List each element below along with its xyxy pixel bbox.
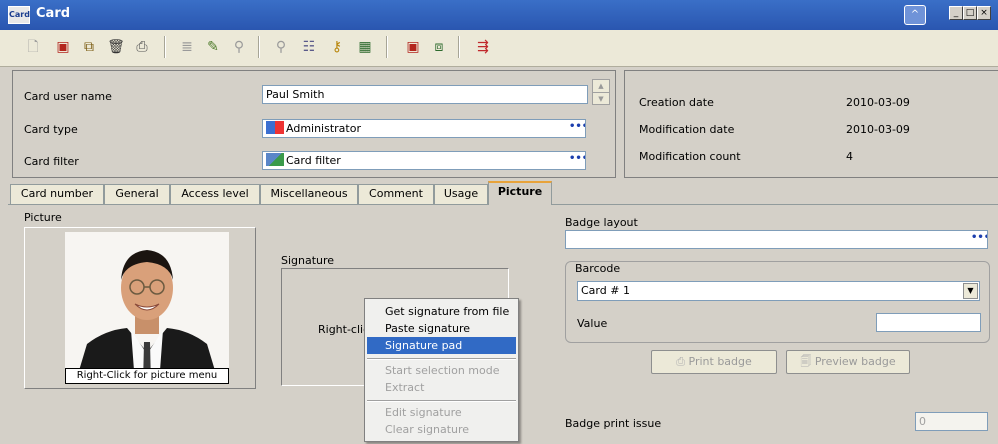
save-alt-icon[interactable]: ▣ [404,38,422,56]
list-icon[interactable]: ≣ [178,38,196,56]
delete-icon[interactable]: 🗑 [107,38,125,56]
menu-edit-signature[interactable]: Edit signature [385,404,462,421]
printer-icon: ⎙ [676,355,689,368]
save-as-icon[interactable]: ⧈ [430,38,448,56]
menu-paste-signature[interactable]: Paste signature [385,320,470,337]
tab-picture[interactable]: Picture [488,181,552,205]
menu-separator [367,400,516,402]
print-badge-button[interactable]: ⎙ Print badge [651,350,777,374]
tab-usage[interactable]: Usage [434,184,488,204]
creation-date-value: 2010-03-09 [846,96,910,109]
menu-signature-pad[interactable]: Signature pad [367,337,516,354]
print-icon[interactable]: ⎙ [133,38,151,56]
picture-label: Picture [24,211,62,224]
barcode-value-label: Value [577,317,608,330]
modification-count-value: 4 [846,150,853,163]
card-type-field[interactable]: Administrator ••• [262,119,586,138]
signature-context-menu: Get signature from file Paste signature … [364,298,519,442]
minimize-button[interactable]: _ [949,6,963,20]
barcode-selected-value: Card # 1 [581,284,630,297]
preview-badge-label: Preview badge [814,355,896,368]
window-title: Card [36,6,71,21]
new-icon[interactable]: 🗋 [24,38,42,56]
card-type-label: Card type [24,123,78,136]
picture-caption: Right-Click for picture menu [65,368,229,384]
badge-layout-browse-icon[interactable]: ••• [971,233,987,246]
tab-general[interactable]: General [104,184,170,204]
maximize-button[interactable]: □ [963,6,977,20]
badge-layout-field[interactable]: ••• [565,230,988,249]
copy-icon[interactable]: ⧉ [80,38,98,56]
card-type-icon [266,121,284,134]
modification-date-value: 2010-03-09 [846,123,910,136]
find-next-icon[interactable]: ⚲ [272,38,290,56]
barcode-select[interactable]: Card # 1 ▼ [577,281,980,301]
card-filter-label: Card filter [24,155,79,168]
card-filter-value: Card filter [286,154,341,167]
badge-layout-label: Badge layout [565,216,638,229]
portrait-image [65,232,229,384]
toolbar-separator [258,36,260,58]
menu-get-signature-from-file[interactable]: Get signature from file [385,303,509,320]
card-filter-icon [266,153,284,166]
spinner-down-icon[interactable]: ▼ [593,93,609,105]
modification-count-label: Modification count [639,150,741,163]
title-bar[interactable] [0,0,998,30]
modification-date-label: Modification date [639,123,735,136]
print-badge-label: Print badge [688,355,752,368]
barcode-value-input[interactable] [876,313,981,332]
preview-icon: 🗐 [800,355,815,368]
close-button[interactable]: × [977,6,991,20]
tab-card-number[interactable]: Card number [10,184,104,204]
badge-print-issue-label: Badge print issue [565,417,662,430]
find-icon[interactable]: ⚲ [230,38,248,56]
creation-date-label: Creation date [639,96,714,109]
signature-label: Signature [281,254,335,267]
card-user-photo[interactable]: Right-Click for picture menu [65,232,229,384]
tree-icon[interactable]: ☷ [300,38,318,56]
tab-access-level[interactable]: Access level [170,184,260,204]
edit-icon[interactable]: ✎ [204,38,222,56]
card-filter-browse-icon[interactable]: ••• [569,154,585,167]
app-card-icon: Card [8,6,30,24]
export-icon[interactable]: ⇶ [474,38,492,56]
barcode-group-label: Barcode [573,262,623,275]
name-spinner[interactable]: ▲ ▼ [592,79,610,105]
toolbar-separator [458,36,460,58]
card-user-name-input[interactable]: Paul Smith [262,85,588,104]
titlebar-extra-button[interactable]: ^ [904,5,926,25]
card-filter-field[interactable]: Card filter ••• [262,151,586,170]
toolbar-separator [386,36,388,58]
card-type-browse-icon[interactable]: ••• [569,122,585,135]
save-icon[interactable]: ▣ [54,38,72,56]
menu-extract[interactable]: Extract [385,379,424,396]
card-user-name-label: Card user name [24,90,112,103]
menu-clear-signature[interactable]: Clear signature [385,421,469,438]
card-type-value: Administrator [286,122,361,135]
chevron-down-icon[interactable]: ▼ [963,283,978,299]
menu-start-selection-mode[interactable]: Start selection mode [385,362,500,379]
signature-hint: Right-clic [318,323,370,336]
toolbar-separator [164,36,166,58]
tab-comment[interactable]: Comment [358,184,434,204]
grid-icon[interactable]: ▦ [356,38,374,56]
badge-print-issue-input[interactable]: 0 [915,412,988,431]
spinner-up-icon[interactable]: ▲ [593,80,609,93]
tab-miscellaneous[interactable]: Miscellaneous [260,184,358,204]
menu-separator [367,358,516,360]
key-icon[interactable]: ⚷ [328,38,346,56]
preview-badge-button[interactable]: 🗐 Preview badge [786,350,910,374]
